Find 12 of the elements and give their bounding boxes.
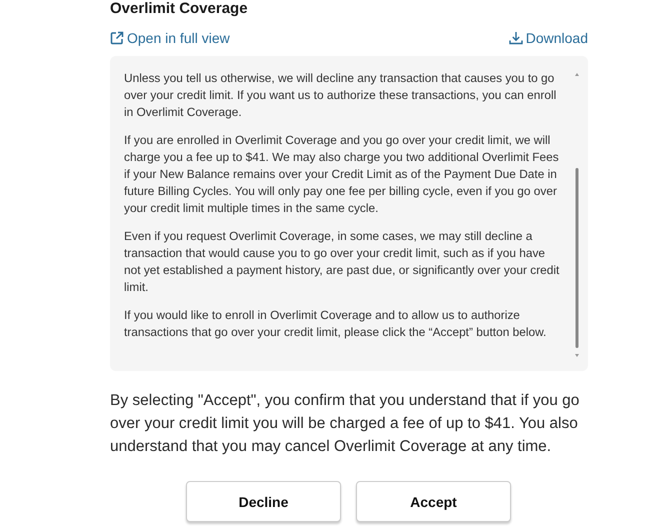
confirmation-text: By selecting "Accept", you confirm that you understand that if you go over your credit limit you will be charged a fee of up to $41. You also understand that you may cancel Overlimit Coverage at any time.	[110, 391, 580, 457]
choice-button[interactable]: Decline	[186, 481, 341, 522]
download-icon	[508, 31, 523, 45]
external-link-icon	[110, 31, 124, 45]
choice-button[interactable]: Accept	[356, 481, 511, 522]
terms-paragraph: Even if you request Overlimit Coverage, in some cases, we may still decline a transaction that would cause you to go over your credit limit, such as if you have not yet established a payment history, are past due, or significantly over your credit limit.	[124, 228, 560, 296]
terms-paragraph: If you are enrolled in Overlimit Coverage and you go over your credit limit, we will charge you a fee up to $41. We may also charge you two additional Overlimit Fees if your New Balance remains over your Credit Limit as of the Payment Due Date in future Billing Cycles. You will only pay one fee per billing cycle, even if you go over your credit limit multiple times in the same cycle.	[124, 132, 560, 217]
download-link[interactable]: Download	[508, 30, 588, 46]
terms-paragraph: If you would like to enroll in Overlimit Coverage and to allow us to authorize transactions that go over your credit limit, please click the “Accept” button below.	[124, 307, 548, 341]
open-full-view-link[interactable]: Open in full view	[110, 30, 230, 46]
section-title: Overlimit Coverage	[110, 0, 249, 17]
terms-paragraph: Unless you tell us otherwise, we will decline any transaction that causes you to go over your credit limit. If you want us to authorize these transactions, you can enroll in Overlimit Coverage.	[124, 70, 558, 121]
